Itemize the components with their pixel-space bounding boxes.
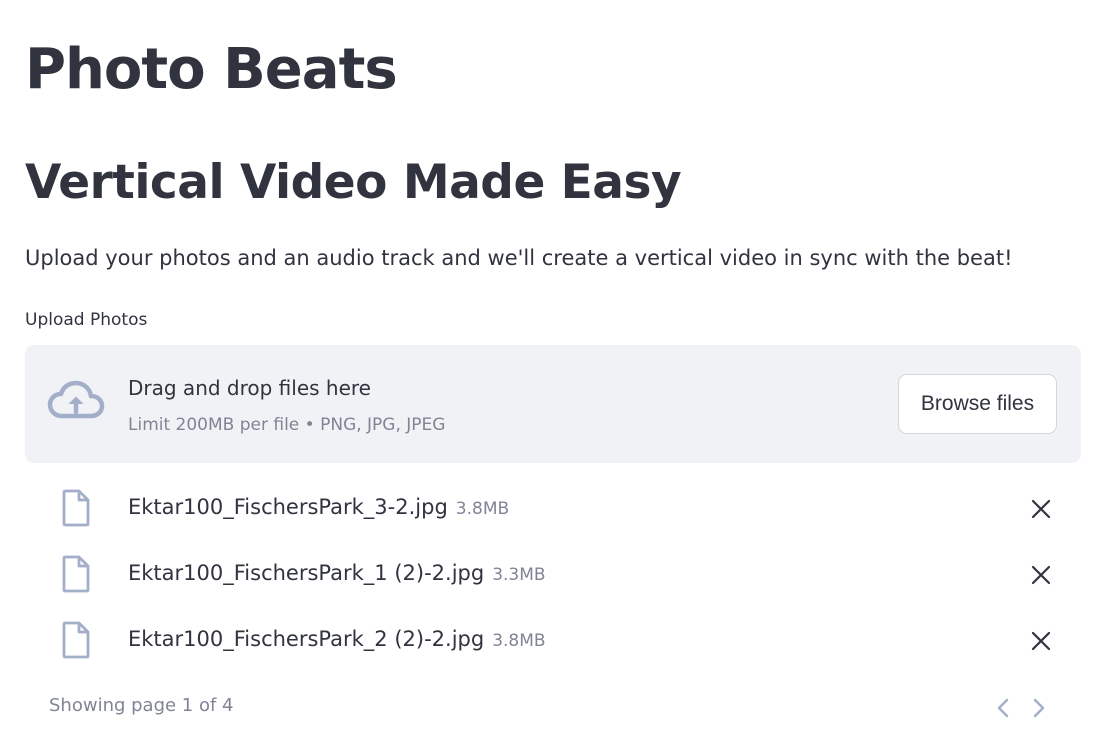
close-icon [1031, 499, 1051, 519]
file-name: Ektar100_FischersPark_1 (2)-2.jpg [128, 561, 485, 585]
file-icon [61, 555, 91, 593]
remove-file-button[interactable] [1027, 561, 1055, 589]
page-description: Upload your photos and an audio track an… [25, 246, 1013, 270]
upload-photos-label: Upload Photos [25, 310, 148, 330]
page-subtitle: Vertical Video Made Easy [25, 155, 682, 210]
file-dropzone[interactable]: Drag and drop files here Limit 200MB per… [25, 345, 1081, 463]
file-size: 3.8MB [492, 631, 546, 651]
uploaded-file-row: Ektar100_FischersPark_2 (2)-2.jpg 3.8MB [25, 616, 1081, 666]
uploaded-file-row: Ektar100_FischersPark_1 (2)-2.jpg 3.3MB [25, 550, 1081, 600]
file-icon [61, 621, 91, 659]
dropzone-title: Drag and drop files here [128, 376, 371, 400]
file-size: 3.8MB [455, 499, 510, 519]
chevron-right-icon [1033, 698, 1045, 718]
file-icon [61, 489, 91, 527]
file-name: Ektar100_FischersPark_2 (2)-2.jpg [128, 627, 485, 651]
cloud-upload-icon [47, 379, 105, 425]
browse-files-button[interactable]: Browse files [898, 374, 1057, 434]
pagination-status: Showing page 1 of 4 [49, 695, 234, 716]
page-title: Photo Beats [25, 37, 398, 102]
remove-file-button[interactable] [1027, 495, 1055, 523]
next-page-button[interactable] [1026, 694, 1052, 722]
previous-page-button[interactable] [990, 694, 1016, 722]
remove-file-button[interactable] [1027, 627, 1055, 655]
uploaded-file-row: Ektar100_FischersPark_3-2.jpg 3.8MB [25, 484, 1081, 534]
close-icon [1031, 631, 1051, 651]
close-icon [1031, 565, 1051, 585]
dropzone-limit-text: Limit 200MB per file • PNG, JPG, JPEG [128, 415, 446, 435]
file-name: Ektar100_FischersPark_3-2.jpg [128, 495, 448, 519]
file-size: 3.3MB [492, 565, 546, 585]
chevron-left-icon [997, 698, 1009, 718]
